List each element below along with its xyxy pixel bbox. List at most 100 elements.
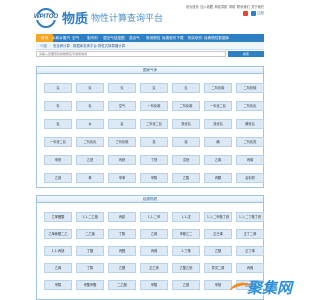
top-link[interactable]: 帮助 <box>229 5 235 9</box>
substance-cell[interactable]: 丁醇 <box>76 263 104 273</box>
substance-cell[interactable]: 1,1-戊 <box>172 212 200 222</box>
substance-cell[interactable]: 二乙基 <box>76 229 104 239</box>
substance-cell[interactable]: 乙烯 <box>140 229 168 239</box>
substance-cell[interactable]: 乙烯 <box>44 263 72 273</box>
nav-item[interactable]: 水和水蒸汽 <box>52 34 70 42</box>
substance-cell[interactable]: 1,1-二乙基 <box>76 212 104 222</box>
substance-cell[interactable]: 苯 <box>76 173 104 183</box>
substance-cell[interactable]: 1,1-二甲 <box>140 212 168 222</box>
register-link[interactable]: 注册 <box>257 11 264 16</box>
substance-cell[interactable]: 氖 <box>108 83 136 93</box>
substance-cell[interactable]: 正乙烷 <box>140 263 168 273</box>
search-button[interactable]: 搜索 <box>228 51 264 57</box>
top-link[interactable]: 设为首页 <box>186 5 199 9</box>
substance-cell[interactable]: 丙烯 <box>236 155 264 165</box>
substance-cell[interactable]: 三氧化硫 <box>108 137 136 147</box>
substance-cell[interactable]: 戊烷 <box>172 155 200 165</box>
substance-cell[interactable]: 二氧化氮 <box>236 101 264 111</box>
substance-cell[interactable]: 丙腈 <box>108 212 136 222</box>
nav-item[interactable]: 首页 <box>36 34 54 42</box>
substance-cell[interactable]: 甲醇 <box>140 173 168 183</box>
nav-item[interactable]: 经典物性数据库 <box>204 34 229 42</box>
substance-cell[interactable]: 甲苯 <box>108 173 136 183</box>
substance-cell[interactable]: 乙炔 <box>44 173 72 183</box>
login-icon[interactable] <box>251 11 256 16</box>
substance-cell[interactable]: 1,1-丙炔 <box>44 246 72 256</box>
substance-cell[interactable]: 氪 <box>172 83 200 93</box>
nav-item[interactable]: 空气 <box>72 34 79 42</box>
nav-item[interactable]: 湿空气焓湿图 <box>103 34 125 42</box>
substance-cell[interactable]: 氮 <box>76 101 104 111</box>
substance-cell[interactable]: 1-丁基 <box>172 246 200 256</box>
substance-cell[interactable]: 空气 <box>108 101 136 111</box>
substance-cell[interactable]: 二氧化二氮 <box>140 119 168 129</box>
substance-cell[interactable]: 氟 <box>108 119 136 129</box>
substance-cell[interactable]: 乙苯萘酸二乙 <box>44 229 72 239</box>
substance-cell[interactable]: 异戊二烯 <box>204 263 232 273</box>
substance-cell[interactable]: 正丁烯 <box>236 246 264 256</box>
substance-cell[interactable]: 二氧化碳 <box>204 83 232 93</box>
substance-cell[interactable]: 二乙醚 <box>108 280 136 290</box>
substance-cell[interactable]: 丙醛 <box>108 246 136 256</box>
substance-cell[interactable]: 乙烯 <box>204 155 232 165</box>
search-input[interactable] <box>36 51 226 57</box>
substance-cell[interactable]: 氦 <box>76 83 104 93</box>
substance-cell[interactable]: 丁醚 <box>76 246 104 256</box>
substance-cell[interactable]: 乙醛 <box>108 263 136 273</box>
substance-cell[interactable]: 一氧化二氮 <box>44 137 72 147</box>
substance-cell[interactable]: 水 <box>76 119 104 129</box>
user-icon[interactable] <box>243 11 248 16</box>
top-link[interactable]: 加入收藏 <box>200 5 213 9</box>
substance-cell[interactable]: 二氧化氮 <box>76 137 104 147</box>
substance-cell[interactable]: 乙烷 <box>76 155 104 165</box>
top-link[interactable]: 网站导航 <box>215 5 228 9</box>
substance-cell[interactable]: 甲醇 <box>44 280 72 290</box>
substance-cell[interactable]: 氧 <box>44 101 72 111</box>
substance-cell[interactable]: 乙醇 <box>172 173 200 183</box>
substance-cell[interactable]: 丙烯 <box>236 263 264 273</box>
nav-item[interactable]: 免费软件下载 <box>162 34 184 42</box>
substance-cell[interactable]: 丙烯 <box>140 246 168 256</box>
substance-cell[interactable]: 溴 <box>172 137 200 147</box>
substance-cell[interactable]: 丁烷 <box>140 155 168 165</box>
substance-cell[interactable]: 二氧化碳 <box>172 101 200 111</box>
subnav-item[interactable]: 安全阀计算 <box>53 42 70 50</box>
substance-cell[interactable]: 溴化氢 <box>204 119 232 129</box>
substance-cell[interactable]: 甲酸甲酯 <box>76 280 104 290</box>
substance-cell[interactable]: 二氧化硫 <box>236 83 264 93</box>
nav-item[interactable]: 常用物性 <box>146 34 160 42</box>
subnav-item[interactable]: 数据库查询平台 <box>73 42 97 50</box>
substance-cell[interactable]: 1,1-二甲基丁烷 <box>204 212 232 222</box>
substance-cell[interactable]: 甲烷 <box>44 155 72 165</box>
substance-cell[interactable]: 氩 <box>140 83 168 93</box>
substance-cell[interactable]: 正己烯 <box>204 229 232 239</box>
nav-item[interactable]: 制冷剂 <box>87 34 98 42</box>
substance-cell[interactable]: 丁醇 <box>108 229 136 239</box>
substance-cell[interactable]: 甲酸 <box>140 280 168 290</box>
substance-cell[interactable]: 一氧化碳 <box>140 101 168 111</box>
substance-cell[interactable]: 1,1-二丁基丁烷 <box>236 212 264 222</box>
substance-cell[interactable]: 乙苯醛酸 <box>44 212 72 222</box>
substance-cell[interactable]: 一氧化二氮 <box>204 101 232 111</box>
subnav-item[interactable]: 物性式换算器计算 <box>98 42 125 50</box>
nav-item[interactable]: 购买软件 <box>188 34 202 42</box>
substance-cell[interactable]: 丙烷 <box>108 155 136 165</box>
substance-cell[interactable]: 氨 <box>44 119 72 129</box>
substance-cell[interactable]: 碘化氢 <box>236 119 264 129</box>
substance-cell[interactable]: 乙醚 <box>204 246 232 256</box>
substance-cell[interactable]: 甲基乙二 <box>172 229 200 239</box>
substance-cell[interactable]: 碘 <box>204 137 232 147</box>
subnav-item[interactable]: 介绍 <box>40 42 47 50</box>
top-link[interactable]: 关于我们 <box>251 5 264 9</box>
substance-cell[interactable]: 乙基 <box>172 280 200 290</box>
top-link[interactable]: 联系我们 <box>237 5 250 9</box>
substance-cell[interactable]: 氢 <box>44 83 72 93</box>
nav-item[interactable]: 混合气 <box>129 34 140 42</box>
substance-cell[interactable]: 正丁二烯 <box>236 229 264 239</box>
substance-cell[interactable]: 丙酮 <box>204 173 232 183</box>
substance-cell[interactable]: 氯化氢 <box>172 119 200 129</box>
substance-cell[interactable]: 氟利昂 <box>236 173 264 183</box>
substance-cell[interactable]: 乙酸乙烷 <box>172 263 200 273</box>
substance-cell[interactable]: 氯 <box>140 137 168 147</box>
substance-cell[interactable]: 二氧化氯 <box>236 137 264 147</box>
